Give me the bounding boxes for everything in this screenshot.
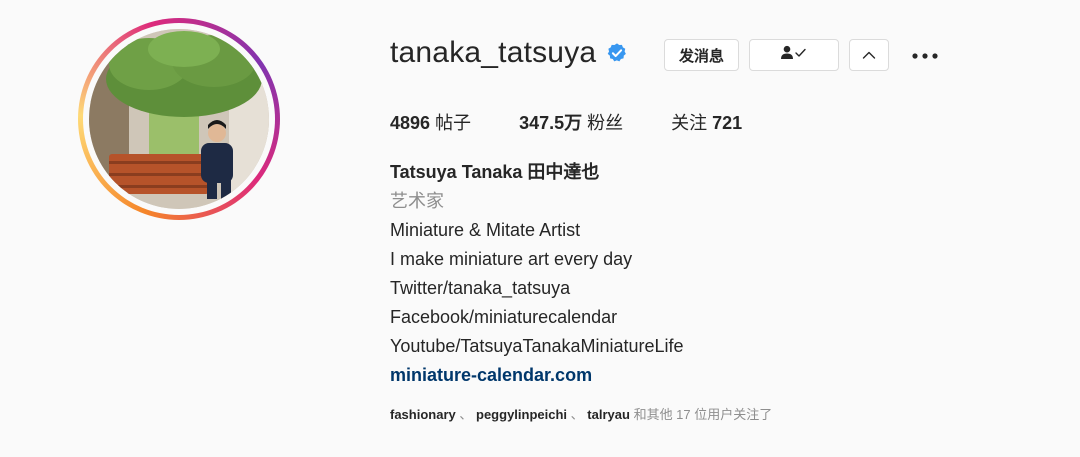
more-horizontal-icon bbox=[911, 53, 939, 70]
bio-line: Facebook/miniaturecalendar bbox=[390, 307, 618, 327]
following-count[interactable]: 关注 721 bbox=[671, 109, 742, 135]
followers-label: 粉丝 bbox=[587, 113, 624, 133]
bio-line: Youtube/TatsuyaTanakaMiniatureLife bbox=[390, 336, 684, 356]
followed-by[interactable]: fashionary 、 peggylinpeichi 、 talryau 和其… bbox=[390, 404, 772, 423]
avatar-photo bbox=[89, 29, 269, 209]
posts-value: 4896 bbox=[390, 113, 431, 133]
posts-label: 帖子 bbox=[435, 113, 472, 133]
suggested-accounts-button[interactable] bbox=[849, 39, 889, 71]
bio-line: Twitter/tanaka_tatsuya bbox=[390, 278, 571, 298]
avatar-story-ring[interactable] bbox=[78, 18, 280, 220]
bio-line: Miniature & Mitate Artist bbox=[390, 220, 581, 240]
followers-count[interactable]: 347.5万 粉丝 bbox=[519, 109, 623, 135]
username: tanaka_tatsuya bbox=[390, 36, 597, 69]
profile-stats: 4896 帖子 347.5万 粉丝 关注 721 bbox=[390, 109, 790, 135]
message-button[interactable]: 发消息 bbox=[664, 39, 739, 71]
follower-username[interactable]: fashionary bbox=[390, 407, 456, 422]
follower-username[interactable]: talryau bbox=[587, 407, 630, 422]
avatar[interactable] bbox=[89, 29, 269, 209]
separator: 、 bbox=[459, 407, 473, 422]
separator: 、 bbox=[570, 407, 584, 422]
followed-by-suffix: 和其他 17 位用户关注了 bbox=[633, 407, 773, 422]
chevron-up-icon bbox=[862, 47, 876, 64]
following-value: 721 bbox=[712, 113, 743, 133]
following-button[interactable] bbox=[749, 39, 839, 71]
avatar-ring-gap bbox=[83, 23, 275, 215]
person-check-icon bbox=[780, 45, 808, 65]
bio-line: I make miniature art every day bbox=[390, 249, 633, 269]
following-label: 关注 bbox=[671, 113, 708, 133]
profile-header: tanaka_tatsuya bbox=[390, 36, 628, 70]
follower-username[interactable]: peggylinpeichi bbox=[476, 407, 567, 422]
profile-bio: Tatsuya Tanaka 田中達也 艺术家 Miniature & Mita… bbox=[390, 158, 684, 390]
category-label: 艺术家 bbox=[390, 191, 444, 211]
verified-badge-icon bbox=[606, 42, 628, 64]
website-link[interactable]: miniature-calendar.com bbox=[390, 361, 684, 390]
posts-count: 4896 帖子 bbox=[390, 109, 471, 135]
followers-value: 347.5万 bbox=[519, 113, 583, 133]
full-name: Tatsuya Tanaka 田中達也 bbox=[390, 162, 600, 182]
more-options-button[interactable] bbox=[911, 46, 939, 66]
